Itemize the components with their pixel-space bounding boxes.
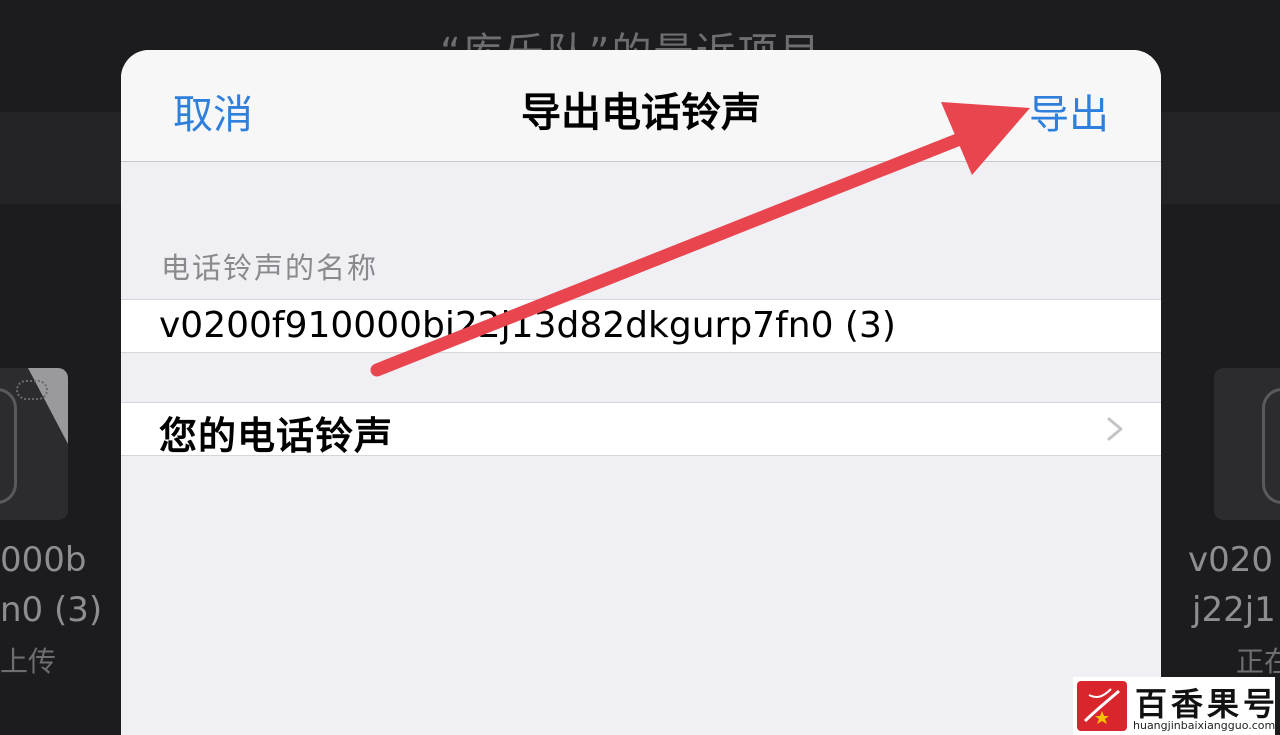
background-file-status-left: 上传 (0, 645, 57, 678)
screen: “库乐队”的最近项目 000b n0 (3) 上传 v020 j22j1 正在 … (0, 0, 1280, 735)
background-file-name-left-1: 000b (0, 540, 87, 580)
ringtone-name-row (121, 299, 1161, 353)
file-icon-slot (0, 388, 17, 504)
background-file-icon-left (0, 368, 68, 520)
background-file-status-right: 正在 (1236, 645, 1280, 678)
cloud-icon (16, 380, 48, 400)
background-file-name-right-2: j22j1 (1192, 590, 1276, 630)
background-file-name-left-2: n0 (3) (0, 590, 103, 630)
watermark-url: huangjinbaixiangguo.com (1133, 719, 1276, 732)
export-button[interactable]: 导出 (1029, 82, 1109, 140)
chevron-right-icon (1107, 417, 1123, 441)
background-file-icon-right (1214, 368, 1280, 520)
background-file-name-right-1: v020 (1188, 540, 1274, 580)
navigation-bar: 取消 导出电话铃声 导出 (121, 50, 1161, 162)
ringtone-name-section-header: 电话铃声的名称 (161, 251, 379, 285)
ringtone-name-input[interactable] (159, 303, 1119, 347)
your-ringtones-label: 您的电话铃声 (159, 414, 394, 458)
watermark: 百香果号 huangjinbaixiangguo.com (1073, 677, 1275, 735)
sheet-title: 导出电话铃声 (521, 90, 761, 136)
file-icon-slot (1262, 388, 1280, 504)
your-ringtones-row[interactable]: 您的电话铃声 (121, 402, 1161, 458)
watermark-logo-icon (1077, 681, 1127, 731)
export-ringtone-sheet: 取消 导出电话铃声 导出 电话铃声的名称 您的电话铃声 (121, 50, 1161, 735)
